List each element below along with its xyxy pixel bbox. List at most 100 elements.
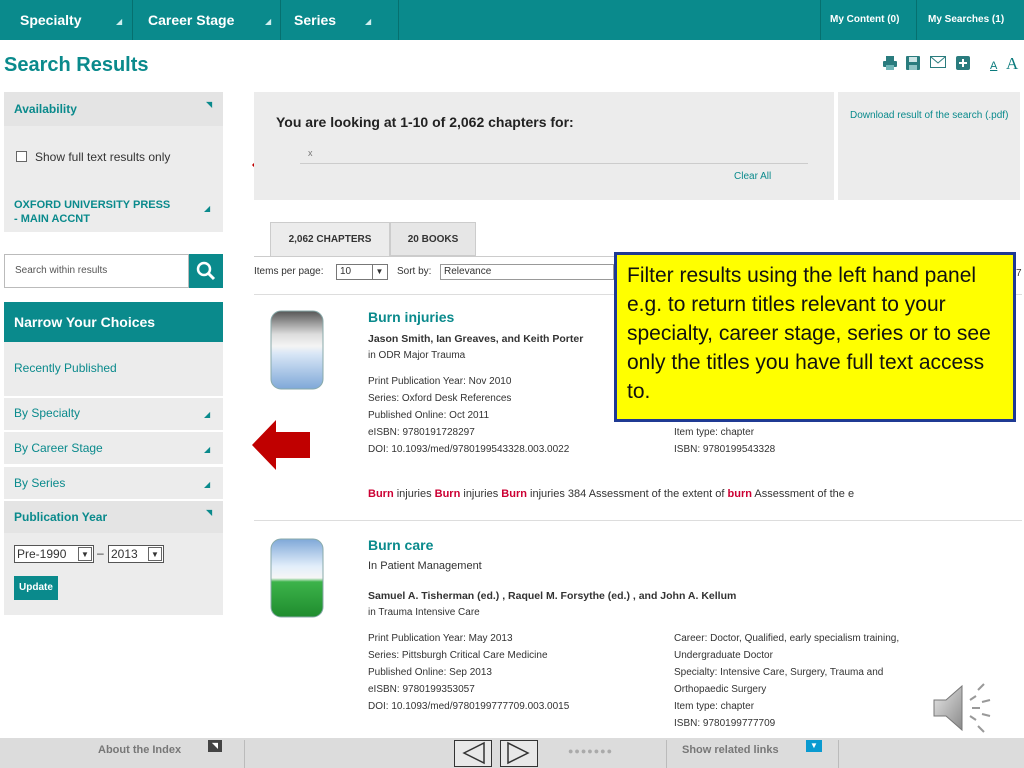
- recently-published-link[interactable]: Recently Published: [14, 361, 117, 375]
- meta-print-year: Print Publication Year: Nov 2010: [368, 376, 512, 387]
- meta-series: Series: Pittsburgh Critical Care Medicin…: [368, 650, 548, 661]
- highlighted-term: Burn: [434, 488, 461, 500]
- year-from-select[interactable]: Pre-1990 ▼: [14, 545, 94, 563]
- expand-down-icon[interactable]: ▼: [806, 740, 822, 752]
- nav-divider: [916, 0, 917, 40]
- result-in-book[interactable]: in ODR Major Trauma: [368, 348, 465, 364]
- nav-series[interactable]: Series: [294, 0, 336, 40]
- meta-print-year: Print Publication Year: May 2013: [368, 633, 513, 644]
- download-pdf-link[interactable]: Download result of the search (.pdf): [850, 110, 1016, 122]
- meta-eisbn: eISBN: 9780191728297: [368, 427, 475, 438]
- divider: [300, 163, 808, 164]
- pagination-dots: ●●●●●●●: [568, 746, 614, 756]
- next-slide-button[interactable]: [500, 740, 538, 767]
- year-dash: –: [97, 546, 104, 560]
- meta-doi: DOI: 10.1093/med/9780199543328.003.0022: [368, 444, 570, 455]
- snippet-text: injuries: [393, 488, 435, 500]
- full-text-label: Show full text results only: [35, 150, 171, 164]
- previous-slide-button[interactable]: [454, 740, 492, 767]
- tabs-divider: [254, 256, 614, 257]
- collapse-icon[interactable]: ◥: [206, 508, 212, 517]
- chevron-down-icon[interactable]: ◢: [365, 18, 371, 26]
- expand-up-icon[interactable]: ◥: [208, 740, 222, 752]
- nav-divider: [820, 0, 821, 40]
- tab-books[interactable]: 20 BOOKS: [390, 222, 476, 256]
- speaker-icon[interactable]: [930, 678, 1000, 738]
- result-title-link[interactable]: Burn injuries: [368, 309, 454, 325]
- result-authors: Samuel A. Tisherman (ed.) , Raquel M. Fo…: [368, 590, 737, 602]
- search-button[interactable]: [189, 254, 223, 288]
- save-icon[interactable]: [906, 56, 920, 73]
- dropdown-arrow-icon: ▼: [78, 547, 92, 561]
- book-cover-thumbnail[interactable]: [270, 310, 324, 390]
- search-placeholder: Search within results: [15, 265, 108, 276]
- nav-career-stage[interactable]: Career Stage: [148, 0, 234, 40]
- items-per-page-label: Items per page:: [254, 266, 324, 277]
- chevron-down-icon[interactable]: ◢: [116, 18, 122, 26]
- availability-header[interactable]: Availability: [4, 92, 223, 126]
- items-per-page-value: 10: [340, 266, 352, 277]
- availability-label: Availability: [14, 102, 77, 116]
- divider: [254, 520, 1022, 521]
- email-icon[interactable]: [930, 56, 946, 71]
- about-index-link[interactable]: About the Index: [98, 744, 181, 756]
- collapse-icon[interactable]: ◥: [206, 100, 212, 109]
- nav-specialty[interactable]: Specialty: [20, 0, 81, 40]
- year-to-select[interactable]: 2013 ▼: [108, 545, 164, 563]
- expand-icon[interactable]: ◢: [204, 410, 210, 419]
- font-large-button[interactable]: A: [1006, 54, 1018, 74]
- full-text-checkbox[interactable]: [16, 151, 27, 162]
- instruction-callout: Filter results using the left hand panel…: [614, 252, 1016, 422]
- results-summary: You are looking at 1-10 of 2,062 chapter…: [276, 114, 574, 130]
- bar-divider: [666, 740, 667, 768]
- by-career-link[interactable]: By Career Stage: [14, 441, 103, 455]
- update-button[interactable]: Update: [14, 576, 58, 600]
- book-cover-thumbnail[interactable]: [270, 538, 324, 618]
- add-icon[interactable]: [956, 56, 970, 73]
- print-icon[interactable]: [882, 56, 898, 73]
- related-links-toggle[interactable]: Show related links: [682, 744, 779, 756]
- red-arrow-icon: [252, 420, 310, 470]
- top-navigation-bar: Specialty ◢ Career Stage ◢ Series ◢ My C…: [0, 0, 1024, 40]
- by-series-link[interactable]: By Series: [14, 476, 65, 490]
- result-in-book[interactable]: in Trauma Intensive Care: [368, 605, 480, 621]
- snippet-text: Assessment of the e: [751, 488, 855, 500]
- result-title-link[interactable]: Burn care: [368, 537, 433, 553]
- expand-icon[interactable]: ◢: [204, 480, 210, 489]
- meta-specialty: Specialty: Intensive Care, Surgery, Trau…: [674, 667, 884, 678]
- year-to-value: 2013: [111, 547, 138, 561]
- sort-by-select[interactable]: Relevance: [440, 264, 614, 280]
- meta-specialty-cont: Orthopaedic Surgery: [674, 684, 767, 695]
- sort-by-value: Relevance: [444, 266, 492, 277]
- expand-icon[interactable]: ◢: [204, 445, 210, 454]
- clear-all-link[interactable]: Clear All: [734, 171, 771, 182]
- nav-divider: [398, 0, 399, 40]
- result-snippet: Burn injuries Burn injuries Burn injurie…: [368, 488, 854, 500]
- meta-published-online: Published Online: Sep 2013: [368, 667, 492, 678]
- snippet-text: injuries 384 Assessment of the extent of: [526, 488, 728, 500]
- search-within-input[interactable]: Search within results: [4, 254, 189, 288]
- bar-divider: [838, 740, 839, 768]
- by-specialty-link[interactable]: By Specialty: [14, 406, 80, 420]
- items-per-page-select[interactable]: 10 ▼: [336, 264, 388, 280]
- result-subtitle: In Patient Management: [368, 560, 482, 572]
- sort-by-label: Sort by:: [397, 266, 432, 277]
- tab-chapters[interactable]: 2,062 CHAPTERS: [270, 222, 390, 256]
- remove-filter-icon[interactable]: x: [308, 148, 313, 158]
- bar-divider: [244, 740, 245, 768]
- my-content-link[interactable]: My Content (0): [830, 0, 899, 40]
- page-number[interactable]: 7: [1016, 268, 1022, 279]
- publication-year-header[interactable]: Publication Year: [4, 501, 223, 533]
- snippet-text: injuries: [460, 488, 502, 500]
- my-searches-link[interactable]: My Searches (1): [928, 0, 1004, 40]
- meta-isbn: ISBN: 9780199777709: [674, 718, 776, 729]
- expand-icon[interactable]: ◢: [204, 204, 210, 213]
- meta-isbn: ISBN: 9780199543328: [674, 444, 776, 455]
- publication-year-label: Publication Year: [14, 510, 108, 524]
- font-small-button[interactable]: A: [990, 60, 997, 72]
- chevron-down-icon[interactable]: ◢: [265, 18, 271, 26]
- meta-career: Career: Doctor, Qualified, early special…: [674, 633, 900, 644]
- highlighted-term: Burn: [368, 488, 394, 500]
- meta-item-type: Item type: chapter: [674, 427, 755, 438]
- account-label[interactable]: OXFORD UNIVERSITY PRESS - MAIN ACCNT: [14, 198, 174, 226]
